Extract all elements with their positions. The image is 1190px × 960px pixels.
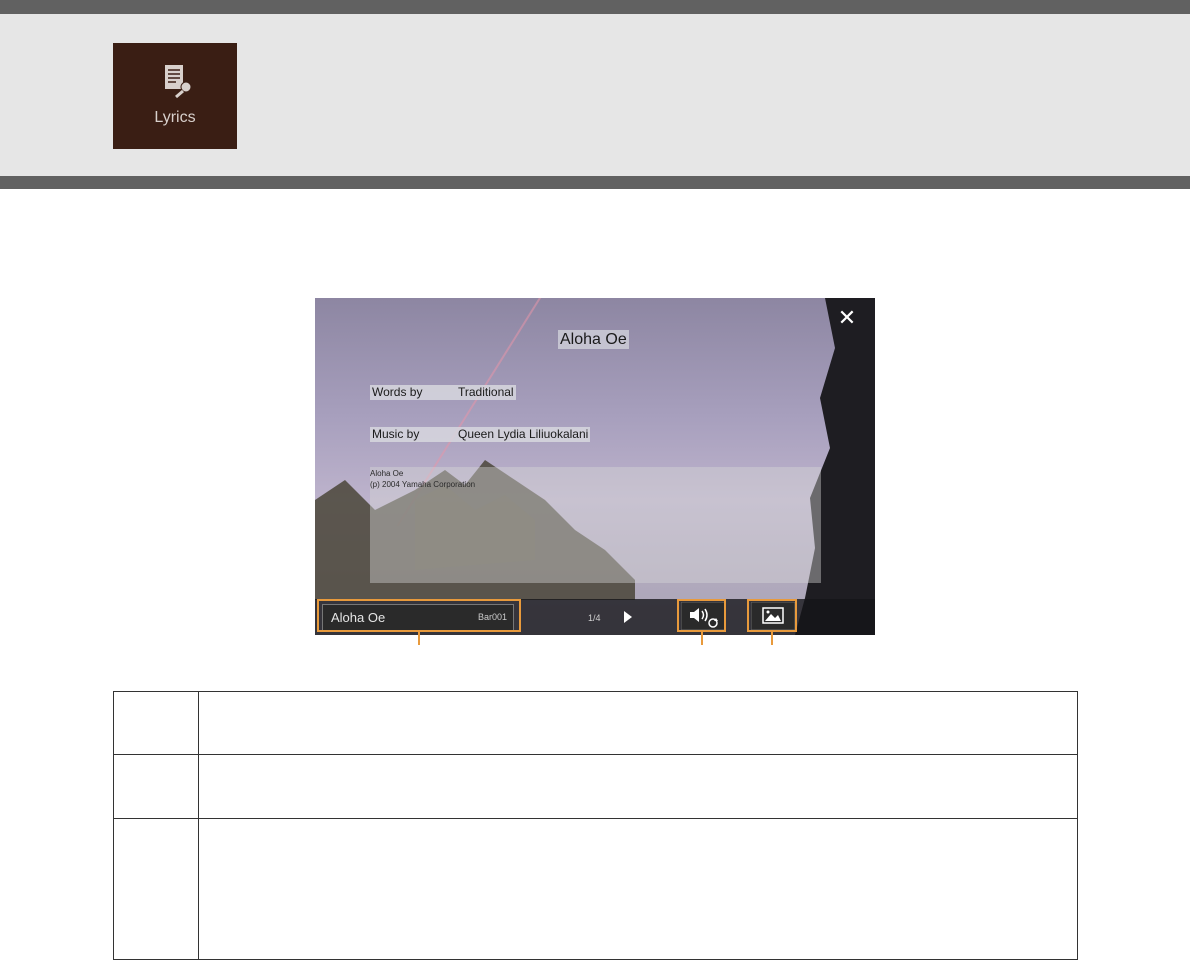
play-next-icon[interactable] [624, 611, 632, 623]
words-by-value: Traditional [458, 385, 514, 399]
callout-song-name [317, 599, 521, 632]
lyrics-tile-label: Lyrics [154, 109, 196, 126]
words-by-label: Words by [372, 385, 423, 399]
page-indicator: 1/4 [588, 613, 601, 623]
table-row [113, 690, 1078, 756]
description-table [113, 690, 1078, 960]
callout-audio [677, 599, 726, 632]
table-cell-description [198, 818, 1078, 960]
song-info-panel: Aloha Oe (p) 2004 Yamaha Corporation [370, 467, 821, 583]
song-title: Aloha Oe [558, 330, 629, 349]
header-top-rule [0, 0, 1190, 14]
table-cell-number [113, 690, 199, 756]
header-bottom-rule [0, 176, 1190, 189]
callout-leader-3 [771, 632, 773, 645]
lyrics-tile: Lyrics [113, 43, 237, 149]
song-info-text: Aloha Oe (p) 2004 Yamaha Corporation [370, 468, 475, 490]
music-by-line: Music by Queen Lydia Liliuokalani [370, 427, 591, 442]
lyrics-microphone-icon [165, 65, 192, 99]
words-by-line: Words by Traditional [370, 385, 516, 400]
table-cell-description [198, 690, 1078, 756]
music-by-label: Music by [372, 427, 420, 441]
table-cell-number [113, 754, 199, 820]
callout-leader-1 [418, 632, 420, 645]
music-by-value: Queen Lydia Liliuokalani [458, 427, 589, 441]
callout-image [747, 599, 797, 632]
chapter-header: Lyrics [0, 0, 1190, 189]
lyrics-screen: ✕ Aloha Oe Words by Traditional Music by Q… [315, 298, 875, 635]
table-row [113, 818, 1078, 960]
callout-leader-2 [701, 632, 703, 645]
table-cell-number [113, 818, 199, 960]
table-cell-description [198, 754, 1078, 820]
table-row [113, 754, 1078, 820]
close-icon[interactable]: ✕ [837, 307, 857, 329]
info-line-title: Aloha Oe [370, 469, 404, 478]
info-line-copyright: (p) 2004 Yamaha Corporation [370, 480, 476, 489]
